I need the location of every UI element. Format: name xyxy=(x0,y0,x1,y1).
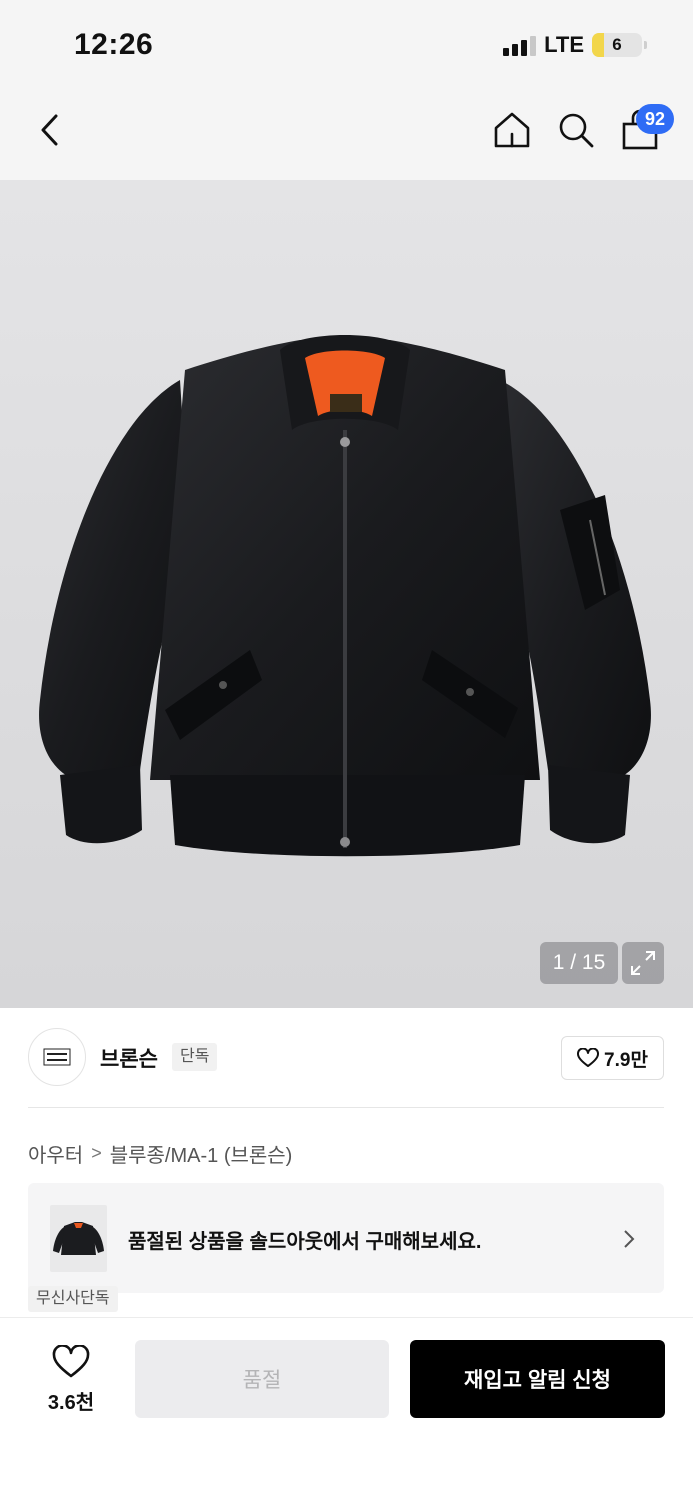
top-bar: 12:26 LTE 6 92 xyxy=(0,0,693,180)
signal-icon xyxy=(503,34,537,56)
nav-bar xyxy=(0,100,693,162)
battery-icon: 6 xyxy=(592,33,642,57)
heart-icon xyxy=(577,1048,600,1067)
musinsa-exclusive-tag: 무신사단독 xyxy=(28,1286,118,1312)
brand-logo-mark xyxy=(43,1048,71,1066)
status-time: 12:26 xyxy=(74,28,154,61)
image-pager: 1 / 15 xyxy=(540,942,618,984)
home-icon[interactable] xyxy=(492,108,532,152)
bottom-action-bar: 3.6천 품절 재입고 알림 신청 xyxy=(0,1317,693,1500)
heart-icon[interactable] xyxy=(52,1345,90,1379)
breadcrumb-subcategory[interactable]: 블루종/MA-1 (브론슨) xyxy=(110,1139,293,1168)
chevron-right-icon xyxy=(624,1230,635,1248)
brand-like-count: 7.9만 xyxy=(604,1049,648,1071)
jacket-image xyxy=(39,335,651,857)
brand-logo[interactable] xyxy=(28,1028,86,1086)
chevron-left-icon[interactable] xyxy=(36,108,66,152)
breadcrumb: 아우터 > 블루종/MA-1 (브론슨) xyxy=(28,1139,292,1168)
search-icon[interactable] xyxy=(556,108,596,152)
product-like-count: 3.6천 xyxy=(47,1392,95,1414)
cart-count-badge: 92 xyxy=(636,104,674,134)
product-image[interactable]: 1 / 15 xyxy=(0,180,693,1008)
network-label: LTE xyxy=(544,32,584,57)
breadcrumb-separator: > xyxy=(91,1143,102,1163)
soldout-banner-text: 품절된 상품을 솔드아웃에서 구매해보세요. xyxy=(128,1231,482,1253)
restock-alert-button[interactable]: 재입고 알림 신청 xyxy=(410,1340,665,1418)
brand-like-button[interactable]: 7.9만 xyxy=(561,1036,664,1080)
exclusive-tag: 단독 xyxy=(172,1043,218,1071)
expand-icon[interactable] xyxy=(622,942,664,984)
status-indicators: LTE 6 xyxy=(503,32,647,58)
soldout-button[interactable]: 품절 xyxy=(135,1340,389,1418)
soldout-banner[interactable]: 품절된 상품을 솔드아웃에서 구매해보세요. xyxy=(28,1183,664,1293)
divider xyxy=(28,1107,664,1108)
battery-level: 6 xyxy=(612,35,622,54)
brand-name[interactable]: 브론슨 xyxy=(100,1043,158,1073)
soldout-thumbnail xyxy=(50,1205,107,1272)
breadcrumb-category[interactable]: 아우터 xyxy=(28,1139,83,1168)
